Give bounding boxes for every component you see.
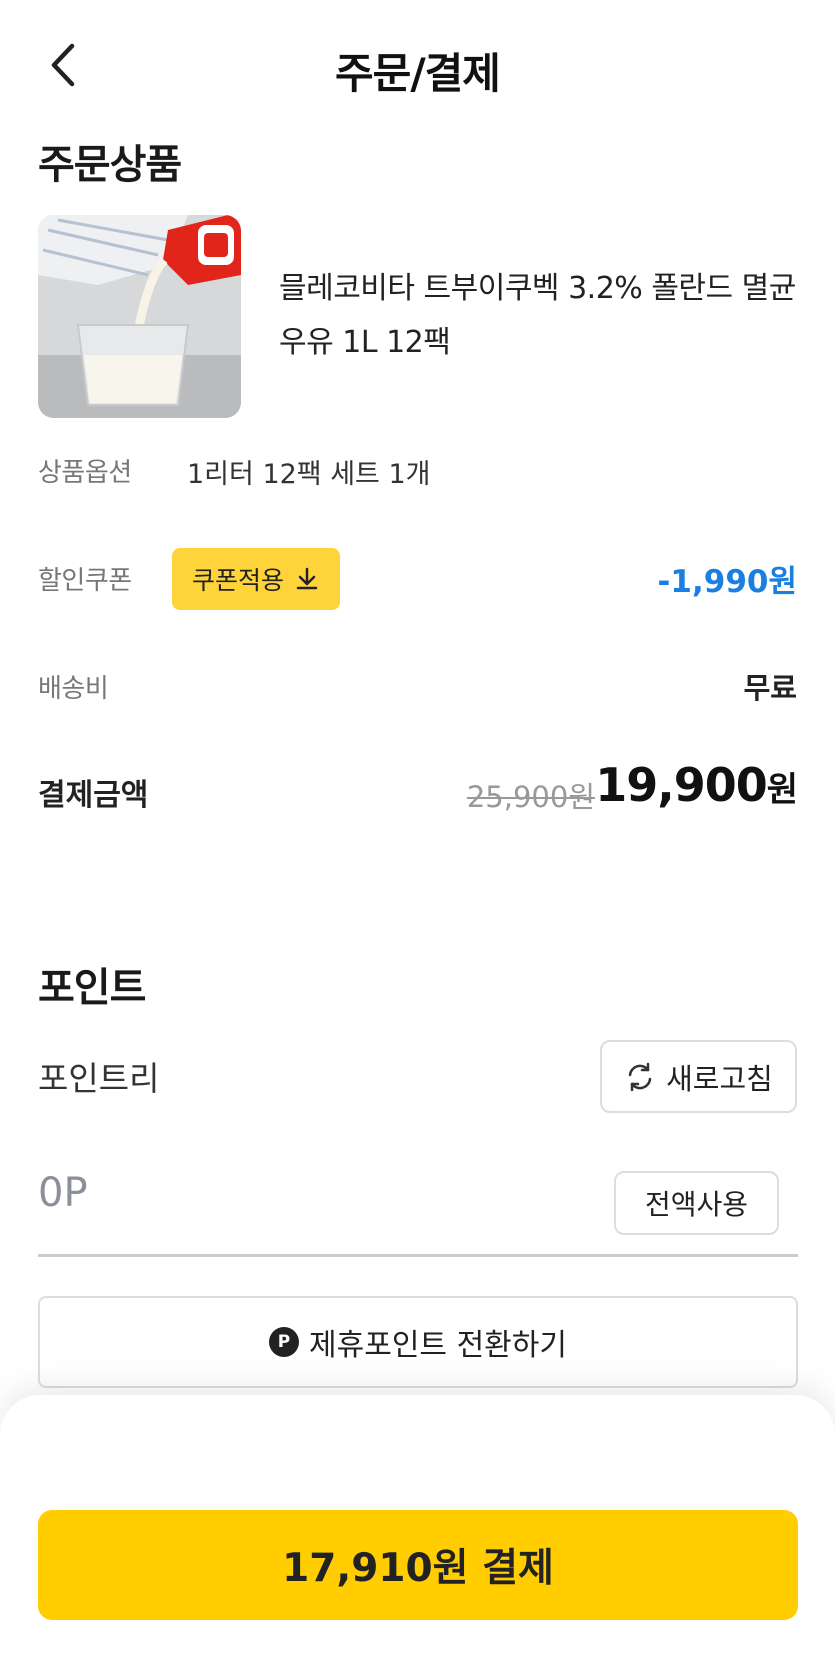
convert-button-label: 제휴포인트 전환하기 bbox=[309, 1328, 567, 1363]
points-section-title: 포인트 bbox=[38, 965, 146, 1011]
final-price-unit: 원 bbox=[766, 770, 798, 810]
refresh-button[interactable]: 새로고침 bbox=[600, 1040, 797, 1113]
shipping-value: 무료 bbox=[743, 671, 797, 705]
total-label: 결제금액 bbox=[38, 778, 149, 813]
apply-coupon-button[interactable]: 쿠폰적용 bbox=[172, 548, 340, 610]
points-p-icon: P bbox=[269, 1327, 300, 1357]
milk-carton-image bbox=[38, 215, 241, 418]
option-label: 상품옵션 bbox=[38, 458, 132, 488]
product-name[interactable]: 믈레코비타 트부이쿠벡 3.2% 폴란드 멸균우유 1L 12팩 bbox=[279, 262, 799, 370]
page-title: 주문/결제 bbox=[335, 49, 501, 98]
convert-partner-points-button[interactable]: P 제휴포인트 전환하기 bbox=[38, 1296, 798, 1388]
coupon-label: 할인쿠폰 bbox=[38, 566, 132, 596]
header: 주문/결제 bbox=[0, 0, 835, 130]
points-input[interactable]: 0P bbox=[38, 1170, 88, 1216]
pay-button[interactable]: 17,910원 결제 bbox=[38, 1510, 798, 1620]
product-image[interactable] bbox=[38, 215, 241, 418]
points-label: 포인트리 bbox=[38, 1059, 160, 1098]
shipping-label: 배송비 bbox=[38, 674, 109, 704]
points-input-underline bbox=[38, 1254, 798, 1257]
option-value: 1리터 12팩 세트 1개 bbox=[187, 459, 431, 490]
discount-amount: -1,990원 bbox=[657, 564, 797, 600]
use-all-points-button[interactable]: 전액사용 bbox=[614, 1171, 779, 1235]
coupon-button-label: 쿠폰적용 bbox=[191, 566, 284, 595]
refresh-button-label: 새로고침 bbox=[666, 1061, 773, 1096]
refresh-icon bbox=[628, 1062, 652, 1091]
final-price: 19,900원 bbox=[595, 758, 798, 812]
original-price: 25,900원 bbox=[466, 780, 595, 814]
final-price-number: 19,900 bbox=[595, 758, 768, 812]
order-section-title: 주문상품 bbox=[38, 142, 182, 188]
download-icon bbox=[296, 567, 318, 590]
